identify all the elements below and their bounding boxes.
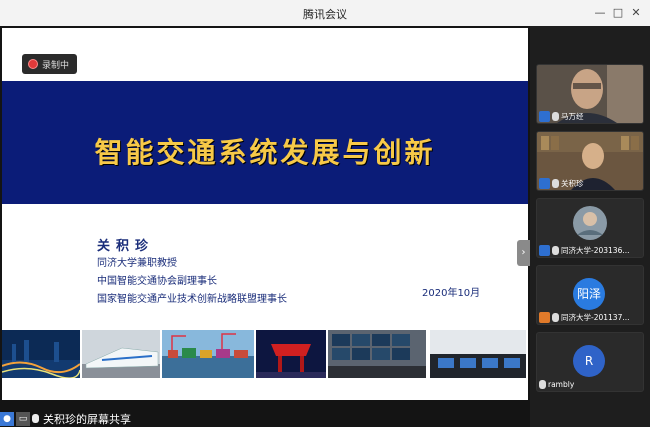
participant-name: 同济大学-203136... [561,245,630,255]
close-button[interactable]: ✕ [627,4,645,22]
control-room-photo [328,330,426,378]
slide-title: 智能交通系统发展与创新 [94,136,436,169]
participant-avatar: R [573,345,605,377]
participant-avatar: 阳泽 [573,278,605,310]
maximize-button[interactable]: □ [609,4,627,22]
presenter-role: 同济大学兼职教授 [97,258,177,269]
microphone-icon [552,245,559,255]
participant-badge [539,177,550,189]
microphone-icon [552,111,559,121]
participant-badge [539,244,550,256]
screen-share-area: 智能交通系统发展与创新 关积珍 同济大学兼职教授 中国智能交通协会副理事长 国家… [0,26,530,427]
screen-share-icon: ▭ [16,411,30,426]
participant-badge [539,110,550,122]
participant-name: 马万经 [561,111,584,121]
microphone-icon [552,178,559,188]
microphone-icon [539,379,546,389]
recording-indicator[interactable]: 录制中 [22,54,78,74]
participant-name: rambly [548,379,575,389]
chevron-right-icon: › [521,247,526,258]
share-status-bar: ● ▭ 关积珍的屏幕共享 [0,410,131,427]
record-icon [28,59,38,69]
microphone-icon [32,414,39,423]
collapse-panel-button[interactable]: › [517,240,530,266]
slide-banner: 智能交通系统发展与创新 [2,81,528,204]
participant-tile[interactable]: 关积珍 [536,131,644,191]
city-night-photo [2,330,80,378]
slide-date: 2020年10月 [422,288,481,299]
participant-tile[interactable]: 马万经 [536,64,644,124]
user-icon: ● [0,411,14,426]
participant-tile[interactable]: 同济大学-203136... [536,198,644,258]
driver-cockpit-photo [430,330,526,378]
port-photo [162,330,254,378]
train-photo [82,330,160,378]
participant-badge [539,311,550,323]
window-titlebar: 腾讯会议 — □ ✕ [0,0,650,26]
participant-panel: 马万经 关积珍 同济大学-203136... 阳泽 同济大学-201137...… [530,26,650,427]
participant-name: 关积珍 [561,178,584,188]
presenter-role: 国家智能交通产业技术创新战略联盟理事长 [97,294,287,305]
shared-slide: 智能交通系统发展与创新 关积珍 同济大学兼职教授 中国智能交通协会副理事长 国家… [2,28,528,400]
participant-tile[interactable]: R rambly [536,332,644,392]
presenter-role: 中国智能交通协会副理事长 [97,276,217,287]
recording-label: 录制中 [42,60,70,71]
slide-photo-strip [2,330,528,380]
expo-pavilion-photo [256,330,326,378]
minimize-button[interactable]: — [591,4,609,22]
participant-name: 同济大学-201137... [561,312,630,322]
window-title: 腾讯会议 [303,8,347,21]
microphone-icon [552,312,559,322]
participant-tile[interactable]: 阳泽 同济大学-201137... [536,265,644,325]
share-status-text: 关积珍的屏幕共享 [43,412,131,426]
presenter-name: 关积珍 [97,239,155,254]
